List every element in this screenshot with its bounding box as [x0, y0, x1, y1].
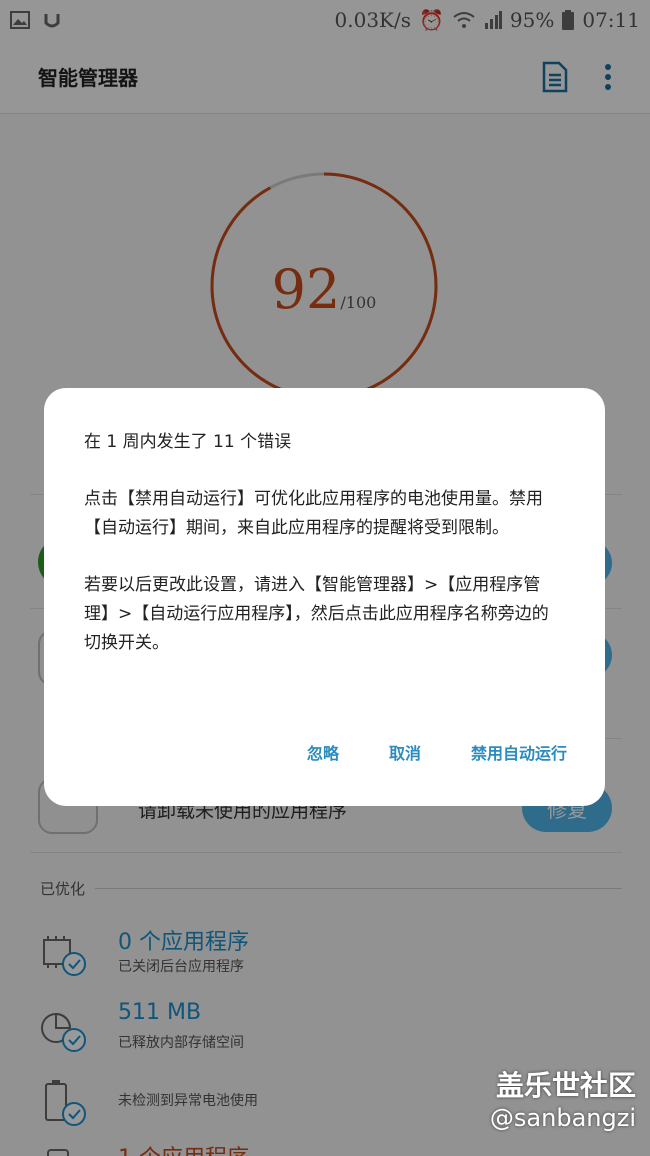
- cancel-button[interactable]: 取消: [389, 740, 421, 764]
- autorun-error-dialog: 在 1 周内发生了 11 个错误 点击【禁用自动运行】可优化此应用程序的电池使用…: [44, 388, 605, 806]
- watermark-title: 盖乐世社区: [495, 1069, 636, 1102]
- watermark: 盖乐世社区 @sanbangzi: [490, 1064, 636, 1132]
- dialog-paragraph-1: 点击【禁用自动运行】可优化此应用程序的电池使用量。禁用【自动运行】期间，来自此应…: [84, 489, 543, 538]
- watermark-handle: @sanbangzi: [489, 1104, 636, 1132]
- disable-autorun-button[interactable]: 禁用自动运行: [471, 740, 567, 764]
- ignore-button[interactable]: 忽略: [307, 740, 339, 764]
- dialog-paragraph-2: 若要以后更改此设置，请进入【智能管理器】>【应用程序管理】>【自动运行应用程序】…: [84, 575, 549, 653]
- dialog-heading: 在 1 周内发生了 11 个错误: [84, 432, 292, 452]
